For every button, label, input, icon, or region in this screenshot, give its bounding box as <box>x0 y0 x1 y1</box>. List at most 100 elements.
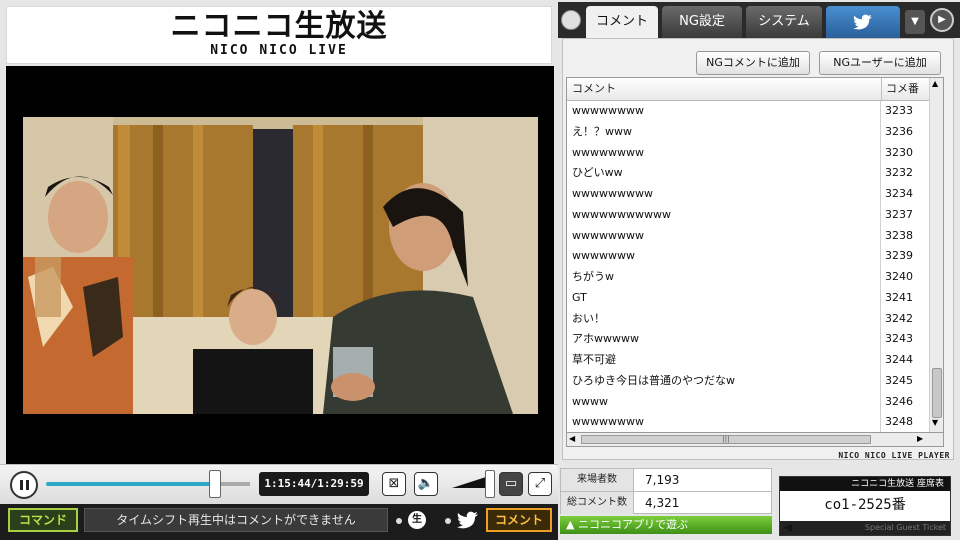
comment-input[interactable]: タイムシフト再生中はコメントができません <box>84 508 388 532</box>
comment-rows: wwwwwwww 3233 え！？www 3236 wwwwwwww 3230 ひどい… <box>567 101 929 432</box>
tab-twitter[interactable] <box>826 6 900 38</box>
twitter-bird-icon[interactable] <box>456 511 480 529</box>
radio-dot-icon[interactable] <box>445 518 451 524</box>
seek-handle[interactable] <box>209 470 221 498</box>
table-row[interactable]: wwwwwwww 3233 <box>567 101 929 122</box>
ng-user-add-button[interactable]: NGユーザーに追加 <box>819 51 941 75</box>
table-row[interactable]: ちがうw 3240 <box>567 267 929 288</box>
comment-text: wwww <box>572 394 608 408</box>
comment-number: 3238 <box>880 225 928 247</box>
comment-number: 3233 <box>880 101 928 122</box>
table-row[interactable]: wwwwwwww 3248 <box>567 412 929 432</box>
table-row[interactable]: wwwwwww 3239 <box>567 246 929 267</box>
scroll-down-arrow-icon[interactable]: ▼ <box>932 418 938 427</box>
comment-text: 草不可避 <box>572 353 616 366</box>
stats-box: 来場者数 7,193 総コメント数 4,321 <box>560 468 772 514</box>
comment-text: wwwwwwwww <box>572 187 653 200</box>
column-header-number[interactable]: コメ番 <box>881 78 934 100</box>
comment-number: 3234 <box>880 184 928 205</box>
comment-number: 3239 <box>880 246 928 267</box>
total-comments-label: 総コメント数 <box>561 492 634 514</box>
comment-text: wwwwwwww <box>572 228 644 242</box>
video-scene-image <box>23 117 538 414</box>
comment-number: 3232 <box>880 163 928 184</box>
panel-toggle-circle[interactable] <box>561 10 581 30</box>
video-frame <box>23 117 538 414</box>
volume-slider[interactable] <box>452 477 486 489</box>
tab-dropdown-chevron-icon[interactable]: ▼ <box>905 10 925 34</box>
table-row[interactable]: wwwwwwwww 3234 <box>567 184 929 205</box>
scroll-left-arrow-icon[interactable]: ◀ <box>569 434 575 443</box>
table-row[interactable]: wwwwwwwwwww 3237 <box>567 204 929 226</box>
ticket-audio-icon: ◂▮ <box>784 523 793 532</box>
comment-text: wwwwwwww <box>572 145 644 159</box>
panel-tab-bar: コメント NG設定 システム ▼ ▶ <box>558 2 960 38</box>
horizontal-scroll-thumb[interactable]: ||| <box>581 435 871 444</box>
scroll-right-arrow-icon[interactable]: ▶ <box>917 434 923 443</box>
radio-dot-icon[interactable] <box>396 518 402 524</box>
tab-ng-settings[interactable]: NG設定 <box>662 6 742 38</box>
table-row[interactable]: wwwwwwww 3230 <box>567 142 929 164</box>
pause-button[interactable] <box>10 471 38 499</box>
comment-number: 3237 <box>880 204 928 226</box>
comment-bar: コマンド タイムシフト再生中はコメントができません 生 コメント <box>0 504 558 540</box>
command-button[interactable]: コマンド <box>8 508 78 532</box>
table-row[interactable]: GT 3241 <box>567 287 929 309</box>
comment-text: wwwwwwwwwww <box>572 207 671 221</box>
comment-submit-button[interactable]: コメント <box>486 508 552 532</box>
comment-number: 3242 <box>880 308 928 330</box>
ticket-seat-number: co1-2525番 <box>824 497 906 513</box>
ticket-header: ニコニコ生放送 座席表 <box>780 477 950 491</box>
seek-bar-remaining <box>220 482 250 486</box>
logo-subtitle: NICO NICO LIVE <box>210 43 348 58</box>
comment-text: え！？www <box>572 124 632 138</box>
table-row[interactable]: アホwwwww 3243 <box>567 329 929 350</box>
next-arrow-icon[interactable]: ▶ <box>930 8 954 32</box>
total-comments-value: 4,321 <box>645 496 680 510</box>
visitors-label: 来場者数 <box>561 469 634 491</box>
time-display: 1:15:44/1:29:59 <box>259 472 369 496</box>
table-row[interactable]: ひろゆき今日は普通のやつだなw 3245 <box>567 370 929 392</box>
player-logo: NICO NICO LIVE PLAYER <box>838 451 950 460</box>
column-header-comment[interactable]: コメント <box>572 78 616 100</box>
tab-system[interactable]: システム <box>746 6 822 38</box>
fullscreen-icon[interactable]: ⤢ <box>528 472 552 496</box>
comment-number: 3248 <box>880 412 928 432</box>
comment-table: コメント コメ番 wwwwwwww 3233 え！？www 3236 wwwwwww… <box>566 77 944 433</box>
comment-text: GT <box>572 290 587 304</box>
player-controls: 1:15:44/1:29:59 ⊠ 🔈 ▭ ⤢ <box>0 464 558 505</box>
comment-number: 3236 <box>880 121 928 143</box>
pause-icon-bar <box>26 480 29 490</box>
table-row[interactable]: wwww 3246 <box>567 391 929 413</box>
niconico-app-link[interactable]: ▲ ニコニコアプリで遊ぶ <box>560 516 772 534</box>
table-row[interactable]: おい！ 3242 <box>567 308 929 330</box>
seat-ticket: ニコニコ生放送 座席表 co1-2525番 Special Guest Tick… <box>779 476 951 536</box>
table-row[interactable]: wwwwwwww 3238 <box>567 225 929 247</box>
screen-size-icon[interactable]: ⊠ <box>382 472 406 496</box>
comment-toggle-icon[interactable]: ▭ <box>499 472 523 496</box>
scroll-up-arrow-icon[interactable]: ▲ <box>932 79 938 88</box>
volume-icon[interactable]: 🔈 <box>414 472 438 496</box>
logo-title: ニコニコ生放送 <box>170 9 388 44</box>
comment-text: ちがうw <box>572 270 614 283</box>
vertical-scroll-thumb[interactable] <box>932 368 942 418</box>
ticket-footer: Special Guest Ticket <box>780 521 950 535</box>
comment-text: wwwwwww <box>572 249 635 263</box>
table-row[interactable]: ひどいww 3232 <box>567 163 929 184</box>
table-row[interactable]: 草不可避 3244 <box>567 350 929 371</box>
ng-comment-add-button[interactable]: NGコメントに追加 <box>696 51 810 75</box>
volume-handle[interactable] <box>485 470 495 498</box>
comment-number: 3241 <box>880 287 928 309</box>
comment-text: アホwwwww <box>572 332 639 346</box>
video-player[interactable] <box>6 66 554 464</box>
comment-text: ひろゆき今日は普通のやつだなw <box>572 373 735 387</box>
visitors-value: 7,193 <box>645 473 680 487</box>
nama-icon[interactable]: 生 <box>408 511 426 529</box>
table-row[interactable]: え！？www 3236 <box>567 121 929 143</box>
comment-number: 3240 <box>880 267 928 288</box>
vertical-scrollbar[interactable]: ▲ ▼ <box>929 78 943 432</box>
tab-comment[interactable]: コメント <box>586 6 658 38</box>
horizontal-scrollbar[interactable]: ◀ ||| ▶ <box>566 433 944 447</box>
table-header: コメント コメ番 <box>567 78 943 101</box>
comment-number: 3244 <box>880 350 928 371</box>
